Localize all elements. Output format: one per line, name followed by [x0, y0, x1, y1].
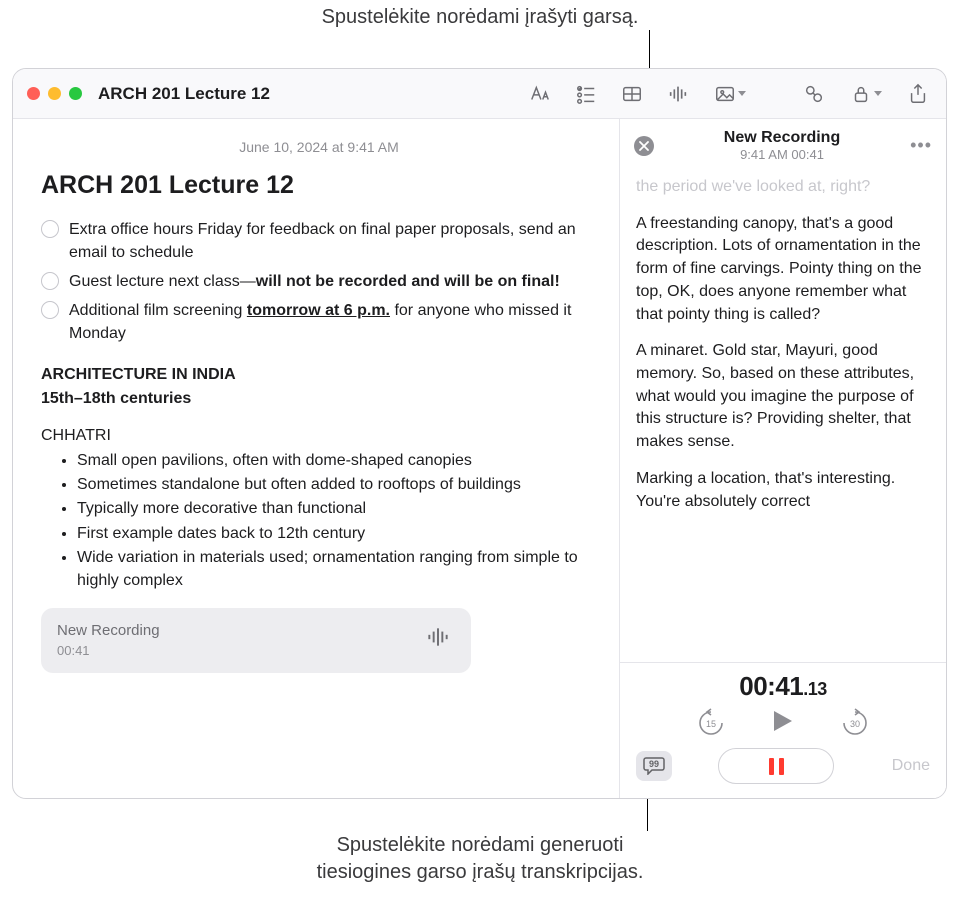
checklist-text: Extra office hours Friday for feedback o… — [69, 218, 597, 264]
checklist-text: Guest lecture next class—will not be rec… — [69, 270, 597, 293]
done-button[interactable]: Done — [880, 757, 930, 775]
waveform-icon — [421, 624, 455, 657]
more-options-button[interactable]: ••• — [910, 135, 932, 156]
transcript-paragraph: A freestanding canopy, that's a good des… — [636, 213, 930, 327]
close-recording-button[interactable] — [634, 136, 654, 156]
list-item: Wide variation in materials used; orname… — [77, 546, 597, 592]
window-zoom-button[interactable] — [69, 87, 82, 100]
bullet-list: Small open pavilions, often with dome-sh… — [41, 449, 597, 592]
text-format-button[interactable] — [526, 81, 554, 107]
section-heading: ARCHITECTURE IN INDIA — [41, 363, 597, 386]
callout-bottom: Spustelėkite norėdami generuoti tiesiogi… — [0, 832, 960, 886]
transcript-paragraph: Marking a location, that's interesting. … — [636, 468, 930, 513]
recording-time-label: 9:41 AM 00:41 — [654, 147, 910, 162]
record-audio-button[interactable] — [664, 81, 692, 107]
checkbox-icon[interactable] — [41, 220, 59, 238]
list-item: First example dates back to 12th century — [77, 522, 597, 545]
section-subheading: 15th–18th centuries — [41, 387, 597, 410]
transcript-line-faded: the period we've looked at, right? — [636, 176, 930, 199]
svg-text:99: 99 — [649, 759, 659, 769]
checklist-item[interactable]: Extra office hours Friday for feedback o… — [41, 218, 597, 264]
share-button[interactable] — [904, 81, 932, 107]
link-button[interactable] — [800, 81, 828, 107]
list-item: Sometimes standalone but often added to … — [77, 473, 597, 496]
pause-record-button[interactable] — [718, 748, 834, 784]
checklist: Extra office hours Friday for feedback o… — [41, 218, 597, 346]
transcript-paragraph: A minaret. Gold star, Mayuri, good memor… — [636, 340, 930, 454]
subhead: CHHATRI — [41, 424, 597, 447]
media-button[interactable] — [710, 81, 750, 107]
timecode: 00:41.13 — [636, 671, 930, 702]
recording-attachment-duration: 00:41 — [57, 642, 409, 661]
list-item: Typically more decorative than functiona… — [77, 497, 597, 520]
window-close-button[interactable] — [27, 87, 40, 100]
svg-text:15: 15 — [706, 719, 716, 729]
skip-forward-30-button[interactable]: 30 — [840, 708, 870, 738]
app-window: ARCH 201 Lecture 12 — [12, 68, 947, 799]
recording-title: New Recording — [654, 129, 910, 147]
titlebar: ARCH 201 Lecture 12 — [13, 69, 946, 119]
window-title: ARCH 201 Lecture 12 — [98, 84, 270, 104]
svg-text:30: 30 — [850, 719, 860, 729]
transcript[interactable]: the period we've looked at, right? A fre… — [620, 168, 946, 662]
recording-attachment[interactable]: New Recording 00:41 — [41, 608, 471, 673]
toolbar — [526, 81, 932, 107]
checklist-item[interactable]: Guest lecture next class—will not be rec… — [41, 270, 597, 293]
lock-button[interactable] — [846, 81, 886, 107]
recording-attachment-title: New Recording — [57, 620, 409, 642]
note-date: June 10, 2024 at 9:41 AM — [41, 137, 597, 157]
checklist-button[interactable] — [572, 81, 600, 107]
recording-panel: New Recording 9:41 AM 00:41 ••• the peri… — [620, 119, 946, 798]
window-minimize-button[interactable] — [48, 87, 61, 100]
note-body[interactable]: June 10, 2024 at 9:41 AM ARCH 201 Lectur… — [13, 119, 620, 798]
checklist-text: Additional film screening tomorrow at 6 … — [69, 299, 597, 345]
pause-icon — [769, 758, 784, 775]
checkbox-icon[interactable] — [41, 272, 59, 290]
recording-controls: 00:41.13 15 — [620, 662, 946, 798]
checklist-item[interactable]: Additional film screening tomorrow at 6 … — [41, 299, 597, 345]
list-item: Small open pavilions, often with dome-sh… — [77, 449, 597, 472]
skip-back-15-button[interactable]: 15 — [696, 708, 726, 738]
table-button[interactable] — [618, 81, 646, 107]
traffic-lights — [27, 87, 82, 100]
callout-bottom-line — [647, 799, 648, 831]
play-button[interactable] — [772, 709, 794, 737]
checkbox-icon[interactable] — [41, 301, 59, 319]
note-heading: ARCH 201 Lecture 12 — [41, 167, 597, 203]
transcribe-button[interactable]: 99 — [636, 751, 672, 781]
callout-top: Spustelėkite norėdami įrašyti garsą. — [0, 6, 960, 29]
